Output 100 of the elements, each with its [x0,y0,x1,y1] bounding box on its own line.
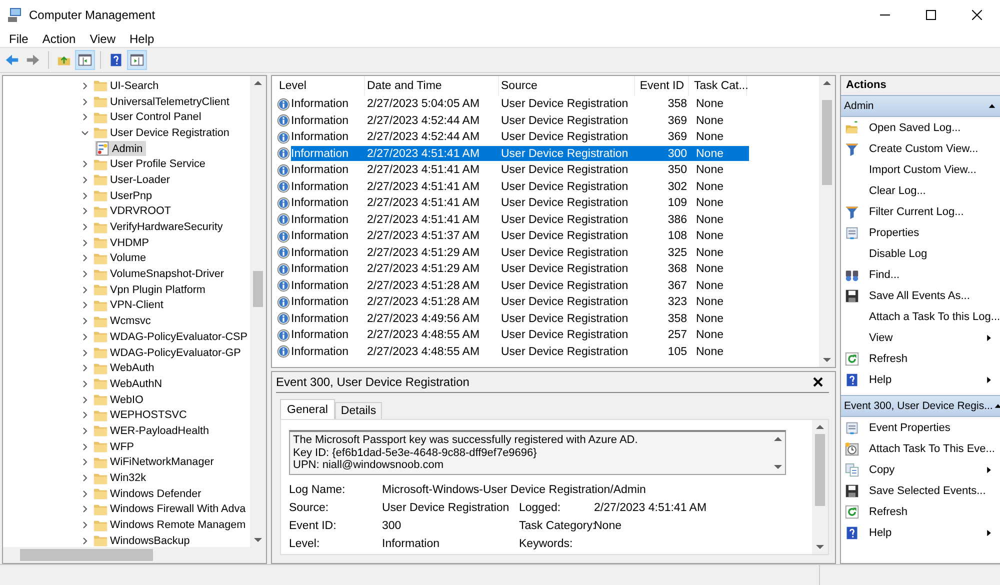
event-row[interactable]: Information 2/27/2023 4:48:55 AM User Device Registration 105 None [291,344,749,360]
tree-item[interactable]: VPN-Client [93,298,166,314]
folder-icon [93,486,108,502]
column-header[interactable]: Task Cat... [689,76,747,96]
action-link[interactable]: Refresh [869,352,908,364]
event-row[interactable]: Information 2/27/2023 4:51:41 AM User Device Registration 350 None [291,162,749,178]
tree-item[interactable]: UI-Search [93,78,162,94]
minimize-icon[interactable] [880,14,890,16]
close-icon[interactable] [972,10,982,20]
field-label: Log Name: [289,484,346,496]
properties-icon [845,420,859,434]
tree-item[interactable]: User Device Registration [93,125,232,141]
tree-item[interactable]: Admin [95,140,146,156]
action-link[interactable]: Attach a Task To this Log... [869,310,1000,322]
action-link[interactable]: Event Properties [869,422,950,434]
event-row[interactable]: Information 2/27/2023 5:04:05 AM User Device Registration 358 None [291,96,749,112]
field-value: Information [382,538,441,550]
action-link[interactable]: Filter Current Log... [869,206,964,218]
tab[interactable]: Details [334,402,382,419]
tree-item[interactable]: VerifyHardwareSecurity [93,219,226,235]
tree-item[interactable]: Windows Defender [93,486,204,502]
section-header[interactable]: Admin [841,95,1000,117]
action-link[interactable]: Create Custom View... [869,142,978,154]
event-row[interactable]: Information 2/27/2023 4:48:55 AM User Device Registration 257 None [291,328,749,343]
menu-item[interactable]: View [82,31,122,47]
tab[interactable]: General [280,399,335,419]
event-row[interactable]: Information 2/27/2023 4:51:29 AM User Device Registration 325 None [291,245,749,260]
tree-item[interactable]: Volume [93,250,150,266]
vertical-scrollbar[interactable] [819,76,835,367]
event-row[interactable]: Information 2/27/2023 4:51:28 AM User Device Registration 367 None [291,278,749,294]
vertical-scrollbar[interactable] [812,420,828,554]
action-link[interactable]: Properties [869,226,920,238]
tree-item[interactable]: WDAG-PolicyEvaluator-CSP [93,329,250,345]
menu-item[interactable]: Help [122,31,162,47]
tree-item[interactable]: Win32k [93,470,150,486]
console-tree-icon[interactable] [76,51,94,69]
tree-item[interactable]: User-Loader [93,172,174,188]
funnel-icon [845,204,859,218]
action-pane-icon[interactable] [128,51,146,69]
maximize-icon[interactable] [926,10,936,20]
vertical-scrollbar[interactable] [250,76,266,547]
horizontal-scrollbar[interactable] [3,547,266,563]
column-header[interactable]: Level [277,76,365,96]
action-link[interactable]: Find... [869,268,900,280]
column-header[interactable]: Event ID [635,76,689,96]
info-icon [277,328,290,342]
info-icon [277,147,290,160]
event-row[interactable]: Information 2/27/2023 4:51:29 AM User Device Registration 368 None [291,262,749,277]
event-row[interactable]: Information 2/27/2023 4:49:56 AM User Device Registration 358 None [291,311,749,326]
event-row[interactable]: Information 2/27/2023 4:51:37 AM User Device Registration 108 None [291,228,749,244]
tree-item[interactable]: VHDMP [93,234,152,251]
menu-item[interactable]: Action [35,31,83,47]
tree-item[interactable]: Vpn Plugin Platform [93,282,208,298]
tree-item[interactable]: User Profile Service [93,156,208,172]
action-link[interactable]: Save All Events As... [869,290,970,302]
menu-item[interactable]: File [2,31,36,47]
event-row[interactable]: Information 2/27/2023 4:51:41 AM User Device Registration 386 None [291,212,749,228]
tree-item[interactable]: WEPHOSTSVC [93,407,190,424]
tree-item[interactable]: VolumeSnapshot-Driver [93,266,228,282]
tree-item[interactable]: UniversalTelemetryClient [93,94,232,110]
close-icon[interactable] [813,377,823,387]
section-header[interactable]: Event 300, User Device Regis... [841,395,1000,417]
info-icon [277,196,290,210]
event-row[interactable]: Information 2/27/2023 4:51:41 AM User Device Registration 109 None [291,196,749,211]
tree-item[interactable]: Wcmsvc [93,313,154,329]
action-link[interactable]: Attach Task To This Eve... [869,442,995,454]
action-link[interactable]: Clear Log... [869,184,926,196]
binoculars-icon [845,268,859,282]
folder-icon [93,533,108,547]
action-link[interactable]: Copy [869,464,895,476]
event-row[interactable]: Information 2/27/2023 4:51:28 AM User Device Registration 323 None [291,294,749,310]
action-link[interactable]: Help [869,374,892,386]
info-icon [277,213,290,226]
tree-item[interactable]: WindowsBackup [93,532,193,547]
tree-item[interactable]: WER-PayloadHealth [93,423,212,439]
action-link[interactable]: View [869,332,893,344]
tree-item[interactable]: WebAuth [93,360,158,376]
event-row[interactable]: Information 2/27/2023 4:52:44 AM User Device Registration 369 None [291,113,749,128]
tree-item[interactable]: Windows Remote Managem [93,517,249,533]
action-link[interactable]: Help [869,526,892,538]
action-link[interactable]: Save Selected Events... [869,484,986,496]
action-link[interactable]: Refresh [869,506,908,518]
tree-item[interactable]: Windows Firewall With Adva [93,502,249,518]
tree-item[interactable]: VDRVROOT [93,204,174,220]
event-row[interactable]: Information 2/27/2023 4:51:41 AM User Device Registration 300 None [291,146,749,162]
action-link[interactable]: Open Saved Log... [869,122,961,134]
column-header[interactable]: Source [499,76,635,96]
action-link[interactable]: Disable Log [869,248,928,260]
tree-item[interactable]: WiFiNetworkManager [93,454,217,470]
help-icon [845,372,859,386]
action-link[interactable]: Import Custom View... [869,164,976,176]
tree-item[interactable]: User Control Panel [93,109,204,126]
tree-item[interactable]: WFP [93,438,137,454]
tree-item[interactable]: WebAuthN [93,376,166,392]
tree-item[interactable]: UserPnp [93,188,156,204]
tree-item[interactable]: WebIO [93,392,146,408]
column-header[interactable]: Date and Time [365,76,499,96]
tree-item[interactable]: WDAG-PolicyEvaluator-GP [93,344,244,360]
event-row[interactable]: Information 2/27/2023 4:52:44 AM User Device Registration 369 None [291,130,749,145]
event-row[interactable]: Information 2/27/2023 4:51:41 AM User Device Registration 302 None [291,179,749,194]
